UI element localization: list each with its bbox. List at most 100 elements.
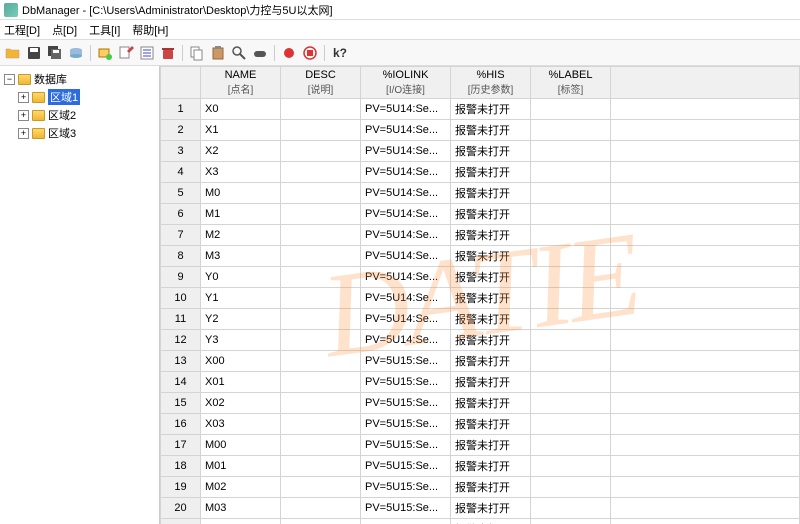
table-row[interactable]: 4X3PV=5U14:Se...报警未打开 [161, 162, 800, 183]
row-number[interactable]: 13 [161, 351, 201, 372]
add-icon[interactable] [96, 44, 114, 62]
cell-name[interactable]: X00 [201, 351, 281, 372]
cell-extra[interactable] [611, 99, 800, 120]
cell-label[interactable] [531, 393, 611, 414]
table-row[interactable]: 12Y3PV=5U14:Se...报警未打开 [161, 330, 800, 351]
cell-label[interactable] [531, 456, 611, 477]
tree-root[interactable]: − 数据库 [2, 70, 157, 88]
cell-extra[interactable] [611, 414, 800, 435]
col-extra[interactable] [611, 67, 800, 99]
disk-icon[interactable] [67, 44, 85, 62]
cell-his[interactable]: 报警未打开 [451, 162, 531, 183]
cell-extra[interactable] [611, 351, 800, 372]
cell-his[interactable]: 报警未打开 [451, 225, 531, 246]
cell-desc[interactable] [281, 204, 361, 225]
stop-icon[interactable] [301, 44, 319, 62]
cell-his[interactable]: 报警未打开 [451, 204, 531, 225]
copy-icon[interactable] [188, 44, 206, 62]
cell-extra[interactable] [611, 288, 800, 309]
cell-his[interactable]: 报警未打开 [451, 141, 531, 162]
cell-desc[interactable] [281, 99, 361, 120]
cell-desc[interactable] [281, 225, 361, 246]
cell-iolink[interactable]: PV=5U15:Se... [361, 456, 451, 477]
table-row[interactable]: 11Y2PV=5U14:Se...报警未打开 [161, 309, 800, 330]
cell-his[interactable]: 报警未打开 [451, 309, 531, 330]
row-number[interactable]: 14 [161, 372, 201, 393]
cell-iolink[interactable]: PV=5U15:Se... [361, 372, 451, 393]
cell-desc[interactable] [281, 351, 361, 372]
cell-desc[interactable] [281, 414, 361, 435]
menu-project[interactable]: 工程[D] [4, 22, 40, 38]
row-number[interactable]: 16 [161, 414, 201, 435]
cell-label[interactable] [531, 309, 611, 330]
expand-icon[interactable]: + [18, 110, 29, 121]
table-row[interactable]: 21Y00PV=5U15:Se...报警未打开 [161, 519, 800, 524]
help-icon[interactable]: k? [330, 44, 348, 62]
row-number[interactable]: 1 [161, 99, 201, 120]
menu-tool[interactable]: 工具[I] [89, 22, 120, 38]
cell-iolink[interactable]: PV=5U15:Se... [361, 435, 451, 456]
table-row[interactable]: 14X01PV=5U15:Se...报警未打开 [161, 372, 800, 393]
table-row[interactable]: 2X1PV=5U14:Se...报警未打开 [161, 120, 800, 141]
cell-desc[interactable] [281, 246, 361, 267]
table-row[interactable]: 8M3PV=5U14:Se...报警未打开 [161, 246, 800, 267]
cell-iolink[interactable]: PV=5U15:Se... [361, 519, 451, 524]
cell-iolink[interactable]: PV=5U14:Se... [361, 162, 451, 183]
row-number[interactable]: 6 [161, 204, 201, 225]
row-number[interactable]: 5 [161, 183, 201, 204]
tree-item-area2[interactable]: + 区域2 [16, 106, 157, 124]
cell-extra[interactable] [611, 162, 800, 183]
row-number[interactable]: 12 [161, 330, 201, 351]
cell-name[interactable]: X02 [201, 393, 281, 414]
cell-desc[interactable] [281, 519, 361, 524]
cell-label[interactable] [531, 246, 611, 267]
table-row[interactable]: 9Y0PV=5U14:Se...报警未打开 [161, 267, 800, 288]
cell-iolink[interactable]: PV=5U14:Se... [361, 99, 451, 120]
col-iolink[interactable]: %IOLINK[I/O连接] [361, 67, 451, 99]
cell-desc[interactable] [281, 309, 361, 330]
cell-desc[interactable] [281, 162, 361, 183]
cell-his[interactable]: 报警未打开 [451, 519, 531, 524]
expand-icon[interactable]: + [18, 128, 29, 139]
grid-panel[interactable]: DATIE NAME[点名] DESC[说明] %IOLINK[I/O连接] %… [160, 66, 800, 524]
cell-label[interactable] [531, 498, 611, 519]
col-rownum[interactable] [161, 67, 201, 99]
cell-extra[interactable] [611, 183, 800, 204]
cell-name[interactable]: M02 [201, 477, 281, 498]
open-folder-icon[interactable] [4, 44, 22, 62]
cell-label[interactable] [531, 162, 611, 183]
cell-his[interactable]: 报警未打开 [451, 372, 531, 393]
cell-desc[interactable] [281, 120, 361, 141]
row-number[interactable]: 10 [161, 288, 201, 309]
cell-his[interactable]: 报警未打开 [451, 330, 531, 351]
row-number[interactable]: 9 [161, 267, 201, 288]
cell-extra[interactable] [611, 393, 800, 414]
cell-label[interactable] [531, 225, 611, 246]
cell-desc[interactable] [281, 435, 361, 456]
cell-extra[interactable] [611, 456, 800, 477]
cell-label[interactable] [531, 120, 611, 141]
cell-his[interactable]: 报警未打开 [451, 288, 531, 309]
table-row[interactable]: 1X0PV=5U14:Se...报警未打开 [161, 99, 800, 120]
cell-name[interactable]: M1 [201, 204, 281, 225]
row-number[interactable]: 19 [161, 477, 201, 498]
row-number[interactable]: 3 [161, 141, 201, 162]
cell-extra[interactable] [611, 309, 800, 330]
cell-extra[interactable] [611, 372, 800, 393]
expand-icon[interactable]: + [18, 92, 29, 103]
cell-name[interactable]: M00 [201, 435, 281, 456]
menu-point[interactable]: 点[D] [52, 22, 77, 38]
cell-label[interactable] [531, 477, 611, 498]
menu-help[interactable]: 帮助[H] [132, 22, 168, 38]
search-icon[interactable] [230, 44, 248, 62]
cell-iolink[interactable]: PV=5U14:Se... [361, 120, 451, 141]
cell-extra[interactable] [611, 225, 800, 246]
cell-name[interactable]: M0 [201, 183, 281, 204]
cell-iolink[interactable]: PV=5U15:Se... [361, 393, 451, 414]
save-icon[interactable] [25, 44, 43, 62]
cell-name[interactable]: Y2 [201, 309, 281, 330]
cell-iolink[interactable]: PV=5U14:Se... [361, 183, 451, 204]
cell-name[interactable]: X3 [201, 162, 281, 183]
cell-extra[interactable] [611, 246, 800, 267]
cell-his[interactable]: 报警未打开 [451, 393, 531, 414]
